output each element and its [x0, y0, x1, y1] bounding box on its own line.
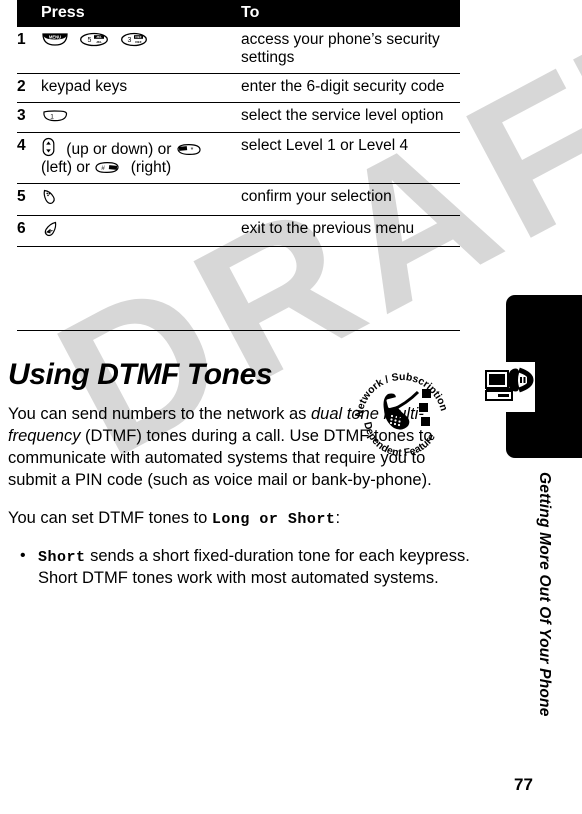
bullet-mono-lead: Short — [38, 548, 86, 566]
select-softkey-icon — [41, 188, 59, 206]
table-row: 6 exit to the previous menu — [17, 215, 460, 247]
step-number: 6 — [17, 215, 41, 247]
5-jkl-key-icon: 5 JKL JKL — [79, 32, 109, 47]
table-row: 5 confirm your selection — [17, 183, 460, 216]
press-text-left: (left) or — [41, 159, 95, 176]
paragraph-2-part-2: : — [335, 508, 341, 527]
dtmf-options-list: Short sends a short fixed-duration tone … — [8, 545, 478, 590]
press-cell: keypad keys — [41, 73, 241, 104]
svg-text:5: 5 — [88, 37, 92, 44]
svg-text:DEF: DEF — [135, 35, 141, 39]
bullet-text: sends a short fixed-duration tone for ea… — [38, 546, 470, 587]
to-cell: access your phone’s security settings — [241, 26, 460, 75]
press-cell: MENU 5 JKL JKL 3 DEF DEF — [41, 26, 241, 75]
svg-text:*: * — [190, 147, 193, 154]
step-number: 4 — [17, 132, 41, 185]
svg-text:3: 3 — [127, 37, 131, 44]
3-def-key-icon: 3 DEF DEF — [120, 32, 148, 47]
press-cell — [41, 215, 241, 247]
step-number: 3 — [17, 102, 41, 133]
step-number: 1 — [17, 26, 41, 75]
table-row: 3 1 select the service level option — [17, 102, 460, 133]
svg-text:#: # — [102, 165, 106, 172]
table-row: 2 keypad keys enter the 6-digit security… — [17, 73, 460, 104]
manual-page: Press To 1 MENU 5 JKL JKL 3 DEF DEF acce… — [0, 0, 582, 814]
page-title: Using DTMF Tones — [8, 358, 273, 391]
press-text-right: (right) — [126, 159, 172, 176]
press-cell: 1 — [41, 102, 241, 133]
column-header-to: To — [241, 0, 460, 27]
column-header-press: Press — [41, 0, 241, 27]
table-row: 1 MENU 5 JKL JKL 3 DEF DEF access your p… — [17, 26, 460, 75]
paragraph-1-part-1: You can send numbers to the network as — [8, 405, 311, 423]
svg-text:JKL: JKL — [96, 40, 102, 44]
press-cell — [41, 183, 241, 216]
step-number: 5 — [17, 183, 41, 216]
menu-key-icon: MENU — [41, 32, 69, 47]
paragraph-dtmf-intro: You can send numbers to the network as d… — [8, 404, 478, 492]
table-bottom-rule — [17, 330, 460, 331]
1-key-icon: 1 — [41, 108, 69, 123]
column-header-number — [17, 0, 41, 27]
paragraph-dtmf-setting: You can set DTMF tones to Long or Short: — [8, 508, 478, 530]
to-cell: enter the 6-digit security code — [241, 73, 460, 104]
to-cell: select the service level option — [241, 102, 460, 133]
press-cell: (up or down) or * (left) or # (right) — [41, 132, 241, 185]
key-press-table: Press To 1 MENU 5 JKL JKL 3 DEF DEF acce… — [17, 0, 460, 247]
back-key-icon — [41, 220, 59, 238]
computer-telephone-icon — [485, 362, 535, 412]
press-text-updown: (up or down) or — [62, 140, 176, 158]
chapter-label: Getting More Out Of Your Phone — [506, 472, 582, 762]
chapter-label-text: Getting More Out Of Your Phone — [536, 472, 553, 717]
to-cell: confirm your selection — [241, 183, 460, 216]
table-row: 4 (up or down) or * (left) or # (right) … — [17, 132, 460, 185]
to-cell: exit to the previous menu — [241, 215, 460, 247]
pound-key-icon: # — [94, 160, 120, 175]
to-cell: select Level 1 or Level 4 — [241, 132, 460, 185]
body-content: You can send numbers to the network as d… — [8, 404, 478, 590]
svg-text:JKL: JKL — [96, 35, 102, 39]
svg-text:DEF: DEF — [135, 40, 141, 44]
svg-text:1: 1 — [50, 114, 54, 121]
paragraph-2-mono-value: Long or Short — [211, 510, 336, 528]
svg-text:MENU: MENU — [49, 34, 61, 39]
table-header: Press To — [17, 0, 460, 27]
table-header-row: Press To — [17, 0, 460, 27]
nav-updown-key-icon — [41, 137, 56, 157]
list-item: Short sends a short fixed-duration tone … — [8, 545, 478, 590]
table-body: 1 MENU 5 JKL JKL 3 DEF DEF access your p… — [17, 26, 460, 247]
step-number: 2 — [17, 73, 41, 104]
paragraph-2-part-1: You can set DTMF tones to — [8, 508, 212, 527]
star-key-icon: * — [176, 142, 202, 157]
page-number: 77 — [514, 775, 533, 794]
